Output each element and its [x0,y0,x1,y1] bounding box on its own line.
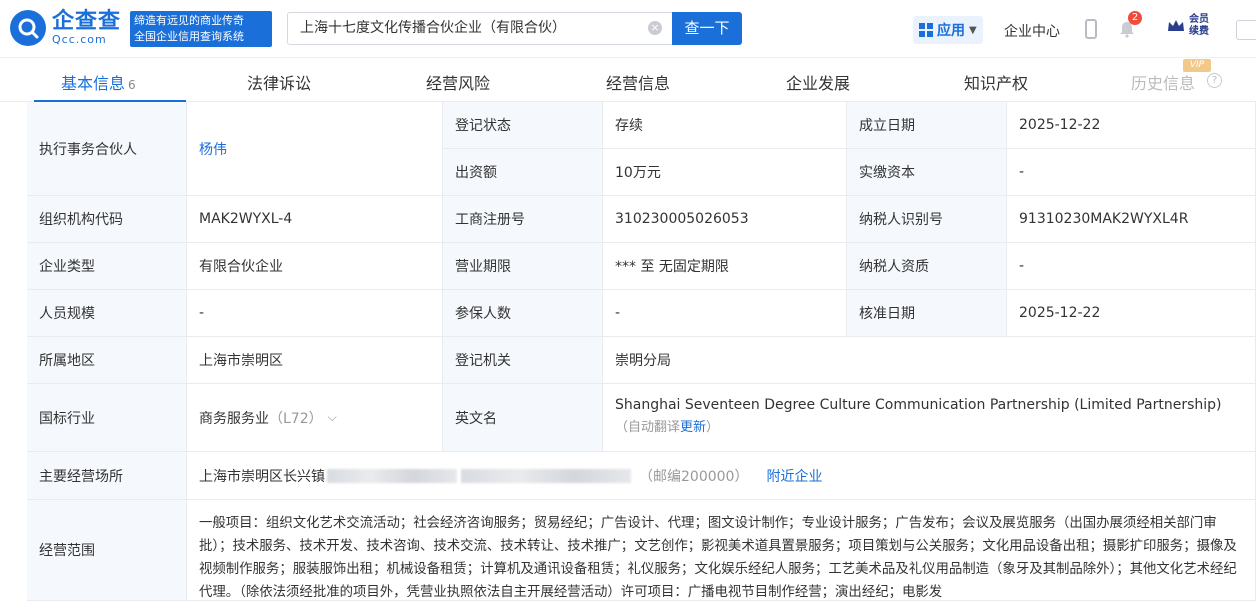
en-name-text: Shanghai Seventeen Degree Culture Commun… [615,397,1222,413]
industry-name: 商务服务业 [199,410,269,427]
approve-date-label: 核准日期 [847,290,1007,337]
taxpayer-id-value: 91310230MAK2WYXL4R [1007,196,1256,243]
update-link[interactable]: 更新 [680,420,706,435]
partner-label: 执行事务合伙人 [27,102,187,196]
tab-count: 6 [128,78,136,92]
tab-ip[interactable]: 知识产权 [964,70,1028,94]
paid-capital-label: 实缴资本 [847,149,1007,196]
apps-label: 应用 [937,23,965,39]
slogan-line1: 缔造有远见的商业传奇 [134,14,244,27]
phone-icon[interactable] [1085,19,1097,39]
vip-tag: VIP [1183,59,1211,72]
tab-history[interactable]: 历史信息 [1131,70,1195,94]
reg-status-value: 存续 [603,102,847,149]
brand-domain: Qcc.com [52,33,107,46]
type-value: 有限合伙企业 [187,243,443,290]
vip-renew-button[interactable]: 会员 续费 [1166,14,1209,38]
scope-label: 经营范围 [27,500,187,601]
vip-label-line2: 续费 [1189,26,1209,37]
crown-icon [1168,20,1184,31]
taxpayer-qual-label: 纳税人资质 [847,243,1007,290]
staff-label: 人员规模 [27,290,187,337]
org-code-value: MAK2WYXL-4 [187,196,443,243]
enterprise-center-link[interactable]: 企业中心 [1004,21,1060,41]
scope-value: 一般项目：组织文化艺术交流活动；社会经济咨询服务；贸易经纪；广告设计、代理；图文… [187,500,1256,601]
found-date-value: 2025-12-22 [1007,102,1256,149]
tab-label: 基本信息 [61,74,126,93]
vip-label-line1: 会员 [1189,14,1209,25]
partner-link[interactable]: 杨伟 [199,139,227,159]
search-input[interactable]: 上海十七度文化传播合伙企业（有限合伙） [287,12,672,45]
basic-info-table: 执行事务合伙人 杨伟 登记状态 存续 成立日期 2025-12-22 出资额 1… [27,102,1256,601]
paid-capital-value: - [1007,149,1256,196]
redacted-block [461,468,631,483]
postcode: （邮编200000） [639,468,749,485]
tab-development[interactable]: 企业发展 [786,70,850,94]
note-close: ） [706,420,720,435]
authority-value: 崇明分局 [603,337,1256,384]
search-button[interactable]: 查一下 [672,12,742,45]
logo[interactable]: 企查查 Qcc.com [10,10,121,46]
notification-badge: 2 [1128,11,1142,25]
slogan-banner: 缔造有远见的商业传奇 全国企业信用查询系统 [130,11,272,47]
address-value: 上海市崇明区长兴镇 （邮编200000） 附近企业 [187,452,1256,500]
approve-date-value: 2025-12-22 [1007,290,1256,337]
clear-icon[interactable]: × [648,21,662,35]
capital-label: 出资额 [443,149,603,196]
apps-menu[interactable]: 应用 ▼ [913,16,983,44]
insured-value: - [603,290,847,337]
term-value: *** 至 无固定期限 [603,243,847,290]
partner-value: 杨伟 [187,102,443,196]
tab-operating-risk[interactable]: 经营风险 [426,70,490,94]
industry-value: 商务服务业 （L72） ⌵ [187,384,443,452]
type-label: 企业类型 [27,243,187,290]
taxpayer-id-label: 纳税人识别号 [847,196,1007,243]
more-icon[interactable] [1236,20,1256,40]
chevron-down-icon[interactable]: ⌵ [328,410,337,425]
biz-reg-label: 工商注册号 [443,196,603,243]
tab-basic-info[interactable]: 基本信息 6 [61,70,136,94]
tab-operating-info[interactable]: 经营信息 [606,70,670,94]
en-name-label: 英文名 [443,384,603,452]
term-label: 营业期限 [443,243,603,290]
biz-reg-value: 310230005026053 [603,196,847,243]
found-date-label: 成立日期 [847,102,1007,149]
industry-code: （L72） [269,410,323,427]
org-code-label: 组织机构代码 [27,196,187,243]
en-name-value: Shanghai Seventeen Degree Culture Commun… [603,384,1256,452]
top-bar: 企查查 Qcc.com 缔造有远见的商业传奇 全国企业信用查询系统 上海十七度文… [0,0,1256,58]
address-text: 上海市崇明区长兴镇 [199,468,325,485]
redacted-block [327,468,457,483]
insured-label: 参保人数 [443,290,603,337]
industry-label: 国标行业 [27,384,187,452]
region-label: 所属地区 [27,337,187,384]
slogan-line2: 全国企业信用查询系统 [134,30,244,43]
reg-status-label: 登记状态 [443,102,603,149]
staff-value: - [187,290,443,337]
apps-grid-icon [919,23,933,37]
qcc-logo-icon [10,10,46,46]
authority-label: 登记机关 [443,337,603,384]
capital-value: 10万元 [603,149,847,196]
help-icon[interactable]: ? [1207,73,1222,88]
taxpayer-qual-value: - [1007,243,1256,290]
caret-down-icon: ▼ [969,24,977,36]
tab-bar: 基本信息 6 法律诉讼 经营风险 经营信息 企业发展 知识产权 历史信息 [0,58,1256,102]
nearby-companies-link[interactable]: 附近企业 [766,466,822,486]
region-value: 上海市崇明区 [187,337,443,384]
address-label: 主要经营场所 [27,452,187,500]
auto-translate-note: （自动翻译 [615,420,681,435]
brand-name: 企查查 [52,9,122,34]
tab-litigation[interactable]: 法律诉讼 [247,70,311,94]
